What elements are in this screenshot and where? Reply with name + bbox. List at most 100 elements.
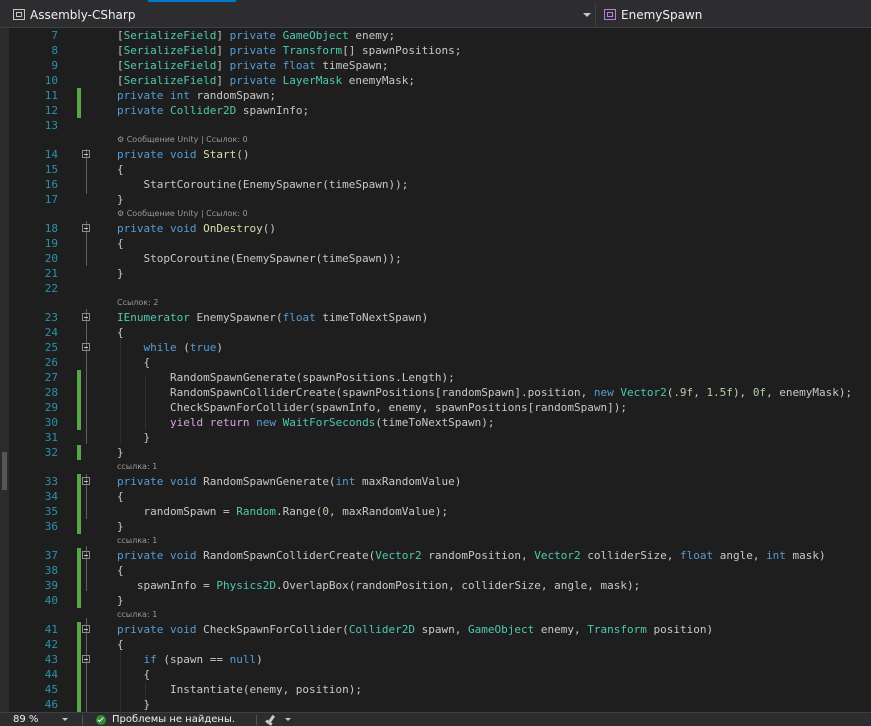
code-line[interactable]: 32}: [0, 445, 871, 460]
code-line[interactable]: 19 {: [0, 236, 871, 251]
code-line[interactable]: 15 {: [0, 162, 871, 177]
code-line[interactable]: 31 }: [0, 430, 871, 445]
code-line[interactable]: 28 RandomSpawnColliderCreate(spawnPositi…: [0, 385, 871, 400]
code-text[interactable]: }: [117, 266, 124, 281]
brush-icon[interactable]: [267, 714, 276, 724]
code-line[interactable]: 21}: [0, 266, 871, 281]
code-text[interactable]: }: [117, 192, 124, 207]
code-text[interactable]: [SerializeField] private Transform[] spa…: [117, 43, 461, 58]
code-text[interactable]: {: [117, 162, 124, 177]
codelens-info[interactable]: ссылка: 1: [117, 610, 157, 620]
collapse-icon[interactable]: [82, 655, 90, 663]
code-text[interactable]: [SerializeField] private LayerMask enemy…: [117, 73, 415, 88]
code-text[interactable]: }: [117, 593, 124, 608]
code-line[interactable]: 11 private int randomSpawn;: [0, 88, 871, 103]
code-line[interactable]: 9 [SerializeField] private float timeSpaw…: [0, 58, 871, 73]
code-line[interactable]: 7 [SerializeField] private GameObject ene…: [0, 28, 871, 43]
code-line[interactable]: 34 {: [0, 489, 871, 504]
code-text[interactable]: }: [117, 430, 150, 445]
code-text[interactable]: CheckSpawnForCollider(spawnInfo, enemy, …: [117, 400, 627, 415]
code-line[interactable]: 17}: [0, 192, 871, 207]
codelens-info[interactable]: Ссылок: 2: [117, 298, 158, 308]
collapse-icon[interactable]: [82, 313, 90, 321]
chevron-down-icon[interactable]: [583, 13, 591, 17]
code-text[interactable]: private int randomSpawn;: [117, 88, 276, 103]
code-line[interactable]: 8 [SerializeField] private Transform[] sp…: [0, 43, 871, 58]
code-text[interactable]: StartCoroutine(EnemySpawner(timeSpawn));: [117, 177, 408, 192]
code-text[interactable]: {: [117, 637, 124, 652]
code-line[interactable]: 40}: [0, 593, 871, 608]
code-text[interactable]: private void OnDestroy(): [117, 221, 276, 236]
code-text[interactable]: {: [117, 667, 150, 682]
code-line[interactable]: 36}: [0, 519, 871, 534]
code-line[interactable]: 45 Instantiate(enemy, position);: [0, 682, 871, 697]
collapse-icon[interactable]: [82, 150, 90, 158]
code-line[interactable]: 42 {: [0, 637, 871, 652]
code-line[interactable]: 23 IEnumerator EnemySpawner(float timeToN…: [0, 310, 871, 325]
code-editor[interactable]: 7 [SerializeField] private GameObject ene…: [0, 28, 871, 712]
code-text[interactable]: private Collider2D spawnInfo;: [117, 103, 309, 118]
code-text[interactable]: while (true): [117, 340, 224, 355]
code-line[interactable]: 26 {: [0, 355, 871, 370]
code-line[interactable]: 38 {: [0, 563, 871, 578]
code-text[interactable]: Instantiate(enemy, position);: [117, 682, 362, 697]
code-text[interactable]: RandomSpawnGenerate(spawnPositions.Lengt…: [117, 370, 455, 385]
code-line[interactable]: 24 {: [0, 325, 871, 340]
code-line[interactable]: 13: [0, 118, 871, 133]
code-line[interactable]: 16 StartCoroutine(EnemySpawner(timeSpawn…: [0, 177, 871, 192]
code-line[interactable]: 10 [SerializeField] private LayerMask ene…: [0, 73, 871, 88]
code-text[interactable]: private void RandomSpawnGenerate(int max…: [117, 474, 461, 489]
codelens-info[interactable]: ⚙ Сообщение Unity | Ссылок: 0: [117, 135, 248, 145]
code-text[interactable]: {: [117, 489, 124, 504]
collapse-icon[interactable]: [82, 477, 90, 485]
code-line[interactable]: 43 if (spawn == null): [0, 652, 871, 667]
code-text[interactable]: {: [117, 563, 124, 578]
code-text[interactable]: StopCoroutine(EnemySpawner(timeSpawn));: [117, 251, 401, 266]
code-line[interactable]: 20 StopCoroutine(EnemySpawner(timeSpawn)…: [0, 251, 871, 266]
code-text[interactable]: if (spawn == null): [117, 652, 263, 667]
code-text[interactable]: }: [117, 519, 124, 534]
codelens-info[interactable]: ссылка: 1: [117, 536, 157, 546]
code-text[interactable]: IEnumerator EnemySpawner(float timeToNex…: [117, 310, 428, 325]
code-line[interactable]: 27 RandomSpawnGenerate(spawnPositions.Le…: [0, 370, 871, 385]
code-line[interactable]: 33 private void RandomSpawnGenerate(int m…: [0, 474, 871, 489]
code-text[interactable]: }: [117, 697, 150, 712]
collapse-icon[interactable]: [82, 551, 90, 559]
code-line[interactable]: 46 }: [0, 697, 871, 712]
codelens-info[interactable]: ссылка: 1: [117, 462, 157, 472]
collapse-icon[interactable]: [82, 224, 90, 232]
code-text[interactable]: private void CheckSpawnForCollider(Colli…: [117, 622, 713, 637]
code-line[interactable]: 30 yield return new WaitForSeconds(timeT…: [0, 415, 871, 430]
code-line[interactable]: 25 while (true): [0, 340, 871, 355]
code-text[interactable]: }: [117, 445, 124, 460]
code-line[interactable]: 12 private Collider2D spawnInfo;: [0, 103, 871, 118]
problems-status[interactable]: Проблемы не найдены.: [112, 713, 235, 726]
code-line[interactable]: 35 randomSpawn = Random.Range(0, maxRand…: [0, 504, 871, 519]
code-text[interactable]: {: [117, 355, 150, 370]
code-text[interactable]: spawnInfo = Physics2D.OverlapBox(randomP…: [117, 578, 640, 593]
project-dropdown[interactable]: Assembly-CSharp: [0, 4, 596, 27]
code-text[interactable]: randomSpawn = Random.Range(0, maxRandomV…: [117, 504, 448, 519]
code-line[interactable]: 22: [0, 281, 871, 296]
member-dropdown[interactable]: EnemySpawn: [597, 4, 871, 27]
collapse-icon[interactable]: [82, 625, 90, 633]
code-text[interactable]: [SerializeField] private GameObject enem…: [117, 28, 395, 43]
code-line[interactable]: 41 private void CheckSpawnForCollider(Col…: [0, 622, 871, 637]
code-line[interactable]: 44 {: [0, 667, 871, 682]
code-line[interactable]: 14 private void Start(): [0, 147, 871, 162]
code-line[interactable]: 29 CheckSpawnForCollider(spawnInfo, enem…: [0, 400, 871, 415]
code-text[interactable]: {: [117, 236, 124, 251]
collapse-icon[interactable]: [82, 343, 90, 351]
zoom-level[interactable]: 89 %: [13, 713, 38, 726]
code-text[interactable]: [SerializeField] private float timeSpawn…: [117, 58, 389, 73]
code-text[interactable]: private void Start(): [117, 147, 249, 162]
code-text[interactable]: private void RandomSpawnColliderCreate(V…: [117, 548, 826, 563]
code-text[interactable]: RandomSpawnColliderCreate(spawnPositions…: [117, 385, 852, 400]
zoom-dropdown-icon[interactable]: [62, 718, 68, 721]
codelens-info[interactable]: ⚙ Сообщение Unity | Ссылок: 0: [117, 209, 248, 219]
code-line[interactable]: 39 spawnInfo = Physics2D.OverlapBox(rand…: [0, 578, 871, 593]
code-text[interactable]: yield return new WaitForSeconds(timeToNe…: [117, 415, 495, 430]
code-text[interactable]: {: [117, 325, 124, 340]
code-line[interactable]: 18 private void OnDestroy(): [0, 221, 871, 236]
code-line[interactable]: 37 private void RandomSpawnColliderCreate…: [0, 548, 871, 563]
